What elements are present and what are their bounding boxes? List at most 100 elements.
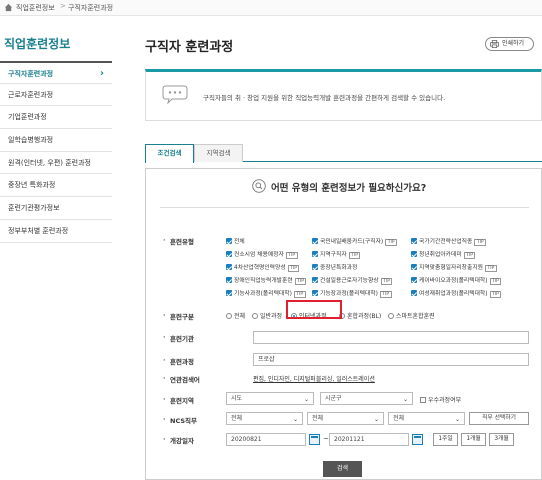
radio-label: 혼합과정(BL) — [347, 313, 382, 320]
checkbox-type-construction[interactable]: 건설일용근로자기능향상 TIP — [312, 275, 393, 285]
breadcrumb-separator: > — [60, 2, 66, 10]
checkbox-label: 여성재취업과정(폴리텍대학) — [419, 291, 488, 297]
ncs-select-button[interactable]: 직무 선택하기 — [469, 412, 529, 425]
period-1month-button[interactable]: 1개월 — [461, 433, 486, 446]
radio-category-smart[interactable]: 스마트혼합훈련 — [388, 311, 435, 320]
date-to-input[interactable]: 20201121 — [329, 433, 409, 446]
tip-badge[interactable]: TIP — [380, 278, 393, 285]
checkbox-type-kbio[interactable]: 케이바이오과정(폴리텍대학) TIP — [411, 275, 502, 285]
checkbox-label: 4차산업혁명인력양성 — [234, 265, 286, 271]
related-terms-links[interactable]: 편집, 인디자인, 디지털퍼블리싱, 일러스트레이션 — [253, 374, 375, 383]
checkbox-type-national[interactable]: 국가기간전략산업직종 TIP — [411, 236, 487, 246]
radio-category-all[interactable]: 전체 — [226, 311, 245, 320]
sidebar-item-label: 기업훈련과정 — [8, 113, 47, 122]
checkbox-type-all[interactable]: 전체 — [226, 236, 245, 245]
sidebar-item-jobseeker[interactable]: 구직자훈련과정 › — [0, 61, 112, 84]
tip-badge[interactable]: TIP — [385, 239, 397, 246]
tip-badge[interactable]: TIP — [474, 239, 487, 246]
checkbox-label: 건설일용근로자기능향상 — [320, 278, 379, 284]
tip-badge[interactable]: TIP — [348, 252, 361, 259]
sidebar-item-middle-aged[interactable]: 중장년 특화과정 — [0, 174, 112, 198]
tab-region-search[interactable]: 지역검색 — [194, 144, 243, 162]
checkbox-type-4th-industry[interactable]: 4차산업혁명인력양성 TIP — [226, 262, 300, 272]
tip-badge[interactable]: TIP — [293, 291, 306, 298]
sidebar-item-ministry[interactable]: 정부부처별 훈련과정 — [0, 220, 112, 243]
date-from-input[interactable]: 20200821 — [226, 433, 306, 446]
checkbox-type-youth[interactable]: 청년취업아카데미 TIP — [411, 249, 476, 259]
checkbox-checked-icon — [226, 251, 232, 257]
ncs-select-1[interactable]: 전체 ⌄ — [226, 412, 303, 425]
tip-badge[interactable]: TIP — [463, 252, 476, 259]
breadcrumb-item-training-info[interactable]: 직업훈련정보 — [16, 3, 55, 13]
checkbox-type-card[interactable]: 국민내일배움카드(구직자) TIP — [312, 236, 397, 246]
print-button[interactable]: 인쇄하기 — [485, 37, 534, 51]
search-form: 어떤 유형의 훈련정보가 필요하신가요? 훈련유형 전체 국민내일배움카드(구직… — [145, 168, 542, 480]
divider — [160, 207, 529, 208]
checkbox-label: 지역구직자 — [320, 252, 347, 258]
tip-badge[interactable]: TIP — [285, 252, 298, 259]
institution-input[interactable] — [253, 331, 529, 344]
checkbox-type-disabled[interactable]: 장애인직업능력개발훈련 TIP — [226, 275, 307, 285]
tip-badge[interactable]: TIP — [379, 291, 392, 298]
checkbox-label: 컨소시엄 채용예정자 — [234, 252, 284, 258]
checkbox-checked-icon — [226, 238, 232, 244]
checkbox-type-local-job[interactable]: 지역맞춤형일자리창출지원 TIP — [411, 262, 497, 272]
sidebar-item-worker[interactable]: 근로자훈련과정 — [0, 84, 112, 107]
date-range-separator: ~ — [323, 435, 329, 443]
tip-badge[interactable]: TIP — [485, 265, 497, 272]
search-button[interactable]: 검색 — [323, 461, 362, 477]
sido-select[interactable]: 시도 ⌄ — [226, 392, 314, 405]
tip-badge[interactable]: TIP — [294, 278, 307, 285]
highlight-box — [286, 300, 342, 319]
chevron-down-icon: ⌄ — [373, 416, 379, 423]
label-start-date: 개강일자 — [163, 435, 194, 445]
chevron-down-icon: ⌄ — [454, 416, 460, 423]
home-icon[interactable] — [4, 3, 13, 12]
checkbox-label: 국가기간전략산업직종 — [419, 239, 473, 245]
label-training-category: 훈련구분 — [163, 311, 194, 321]
checkbox-label: 장애인직업능력개발훈련 — [234, 278, 293, 284]
info-box: 구직자들의 취 · 창업 지원을 위한 직업능력개발 훈련과정을 간편하게 검색… — [145, 69, 542, 121]
sidebar-item-label: 원격(인터넷, 우편) 훈련과정 — [8, 158, 91, 167]
main-content: 구직자 훈련과정 인쇄하기 구직자들의 취 · 창업 지원을 위한 직업능력개발… — [145, 16, 542, 480]
checkbox-label: 기능장과정(폴리텍대학) — [320, 291, 378, 297]
period-1week-button[interactable]: 1주일 — [433, 433, 458, 446]
tip-badge[interactable]: TIP — [489, 278, 502, 285]
printer-icon — [490, 40, 499, 48]
radio-icon — [226, 313, 232, 319]
radio-category-general[interactable]: 일반과정 — [252, 311, 282, 320]
radio-category-blended[interactable]: 혼합과정(BL) — [339, 311, 381, 320]
checkbox-type-regional[interactable]: 지역구직자 TIP — [312, 249, 361, 259]
tip-badge[interactable]: TIP — [287, 265, 300, 272]
checkbox-checked-icon — [226, 277, 232, 283]
select-value: 전체 — [231, 415, 243, 422]
radio-label: 전체 — [234, 313, 246, 320]
course-input[interactable]: 프로샵 — [253, 353, 529, 366]
ncs-select-2[interactable]: 전체 ⌄ — [307, 412, 384, 425]
tab-condition-search[interactable]: 조건검색 — [145, 144, 194, 163]
checkbox-type-consortium[interactable]: 컨소시엄 채용예정자 TIP — [226, 249, 298, 259]
radio-label: 일반과정 — [260, 313, 283, 320]
checkbox-type-women[interactable]: 여성재취업과정(폴리텍대학) TIP — [411, 288, 502, 298]
sidebar-item-company[interactable]: 기업훈련과정 — [0, 106, 112, 130]
checkbox-excellent[interactable]: 우수과정여부 — [420, 395, 461, 404]
ncs-select-3[interactable]: 전체 ⌄ — [388, 412, 465, 425]
tip-badge[interactable]: TIP — [489, 291, 502, 298]
checkbox-checked-icon — [411, 264, 417, 270]
period-3month-button[interactable]: 3개월 — [489, 433, 514, 446]
checkbox-checked-icon — [411, 251, 417, 257]
sigungu-select[interactable]: 시군구 ⌄ — [320, 392, 413, 405]
sidebar-item-remote[interactable]: 원격(인터넷, 우편) 훈련과정 — [0, 152, 112, 175]
sidebar-menu: 구직자훈련과정 › 근로자훈련과정 기업훈련과정 일학습병행과정 원격(인터넷,… — [0, 61, 112, 243]
sidebar-item-work-study[interactable]: 일학습병행과정 — [0, 129, 112, 152]
checkbox-type-master[interactable]: 기능장과정(폴리텍대학) TIP — [312, 288, 392, 298]
checkbox-checked-icon — [312, 264, 318, 270]
checkbox-type-craftsman[interactable]: 기능사과정(폴리텍대학) TIP — [226, 288, 306, 298]
calendar-icon[interactable] — [412, 434, 423, 445]
sidebar-item-institution-eval[interactable]: 훈련기관평가정보 — [0, 197, 112, 220]
print-button-label: 인쇄하기 — [502, 40, 525, 47]
calendar-icon[interactable] — [309, 434, 320, 445]
checkbox-type-middle-aged[interactable]: 중장년특화과정 — [312, 262, 357, 271]
checkbox-checked-icon — [411, 290, 417, 296]
form-question: 어떤 유형의 훈련정보가 필요하신가요? — [271, 183, 427, 194]
